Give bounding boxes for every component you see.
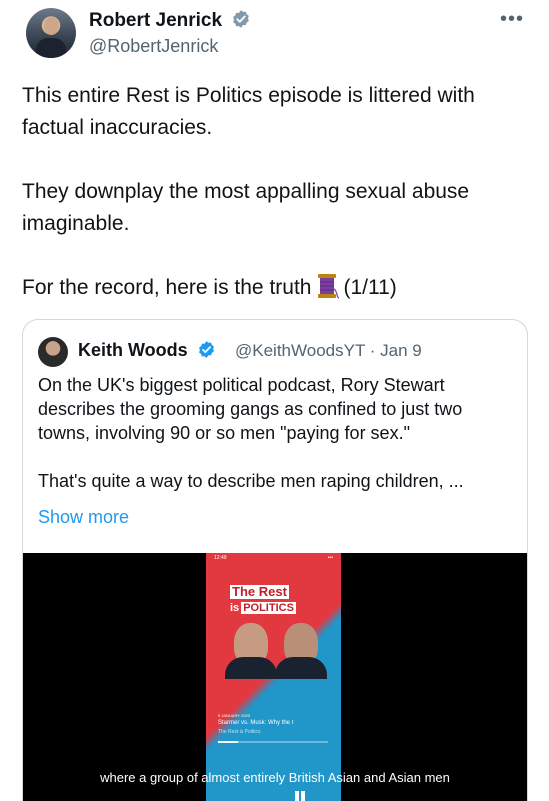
tweet-paragraph: For the record, here is the truth (1/11) bbox=[22, 272, 532, 304]
episode-show-name: The Rest is Politics bbox=[218, 729, 261, 735]
tweet-last-line: For the record, here is the truth bbox=[22, 276, 312, 299]
phone-time: 12:49 bbox=[214, 555, 227, 561]
podcast-logo-line2: POLITICS bbox=[241, 602, 296, 614]
thread-spool-icon bbox=[318, 274, 340, 299]
video-player[interactable]: 12:49 ••• The Rest is POLITICS 9 JANUARY … bbox=[23, 553, 527, 801]
verified-badge-icon bbox=[233, 10, 250, 28]
video-caption: where a group of almost entirely British… bbox=[100, 770, 450, 785]
quoted-author-name-row[interactable]: Keith Woods bbox=[78, 340, 216, 361]
podcast-logo-line1: The Rest bbox=[230, 584, 289, 599]
phone-status-icons: ••• bbox=[327, 555, 333, 561]
show-more-link[interactable]: Show more bbox=[38, 507, 129, 528]
quoted-paragraph: On the UK's biggest political podcast, R… bbox=[38, 375, 463, 443]
tweet-body: This entire Rest is Politics episode is … bbox=[22, 80, 532, 336]
author-handle[interactable]: @RobertJenrick bbox=[89, 36, 218, 57]
episode-progress-fill bbox=[218, 741, 238, 743]
thread-count: (1/11) bbox=[343, 276, 397, 299]
quoted-author-name[interactable]: Keith Woods bbox=[78, 340, 188, 360]
verified-badge-icon bbox=[198, 341, 214, 358]
quoted-paragraph: That's quite a way to describe men rapin… bbox=[38, 471, 464, 491]
presenter-right-body bbox=[275, 657, 327, 679]
author-name-row[interactable]: Robert Jenrick bbox=[89, 9, 251, 32]
podcast-logo-line2-row: is POLITICS bbox=[230, 602, 316, 615]
video-frame-phone-screen: 12:49 ••• The Rest is POLITICS 9 JANUARY … bbox=[206, 553, 341, 801]
quoted-author-avatar[interactable] bbox=[38, 337, 68, 367]
episode-title: Starmer vs. Musk: Why the r bbox=[218, 720, 294, 726]
quoted-handle-date[interactable]: @KeithWoodsYT · Jan 9 bbox=[235, 341, 422, 361]
episode-progress-bar bbox=[218, 741, 328, 743]
quoted-tweet-card[interactable]: Keith Woods @KeithWoodsYT · Jan 9 On the… bbox=[22, 319, 528, 801]
podcast-logo: The Rest is POLITICS bbox=[230, 583, 316, 615]
quoted-body: On the UK's biggest political podcast, R… bbox=[38, 373, 518, 517]
avatar-face bbox=[44, 17, 59, 35]
tweet-paragraph: They downplay the most appalling sexual … bbox=[22, 180, 470, 235]
author-name[interactable]: Robert Jenrick bbox=[89, 10, 222, 31]
author-avatar[interactable] bbox=[26, 8, 76, 58]
more-horizontal-icon[interactable]: ••• bbox=[500, 8, 524, 31]
avatar-suit bbox=[36, 38, 66, 58]
presenter-left-body bbox=[225, 657, 277, 679]
tweet-paragraph: This entire Rest is Politics episode is … bbox=[22, 84, 475, 139]
episode-date: 9 JANUARY 2025 bbox=[218, 713, 250, 718]
podcast-logo-is: is bbox=[230, 602, 240, 614]
